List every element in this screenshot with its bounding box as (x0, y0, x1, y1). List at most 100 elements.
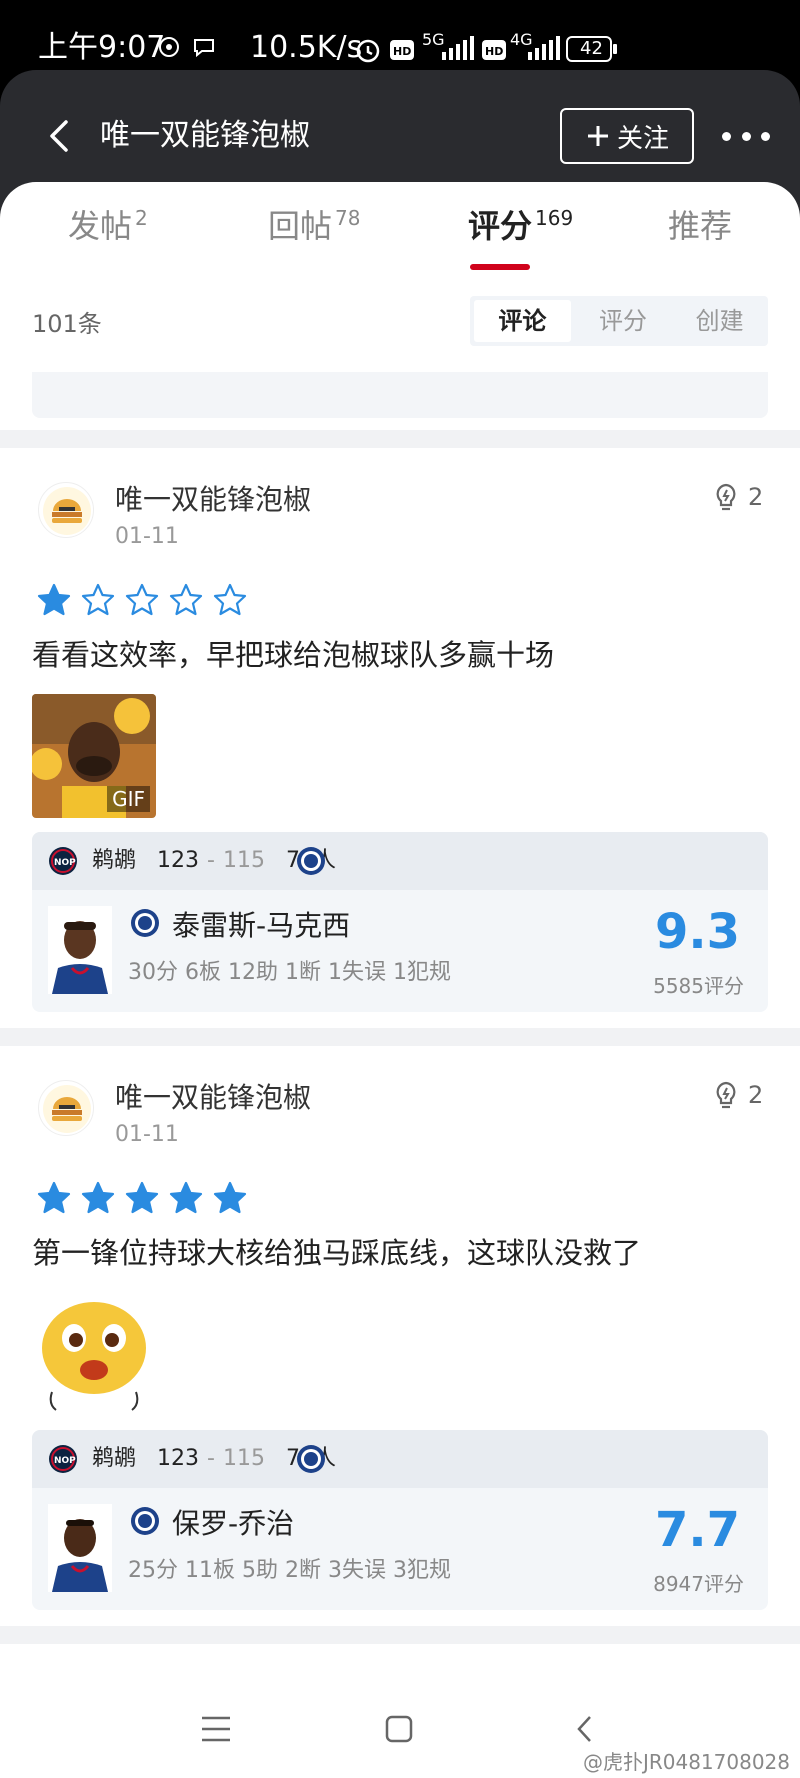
author-name[interactable]: 唯一双能锋泡椒 (115, 478, 311, 518)
star-outline-icon (213, 583, 247, 616)
tab-bar: 发帖 2 回帖 78 评分 169 推荐 (0, 182, 800, 277)
more-dot-icon (761, 131, 770, 141)
star-filled-icon (81, 1181, 115, 1214)
star-rating (36, 1180, 248, 1216)
lightbulb-icon (716, 483, 736, 511)
divider (0, 1626, 800, 1644)
active-tab-indicator (470, 264, 530, 270)
system-back-button[interactable] (574, 1714, 596, 1748)
back-button[interactable] (40, 114, 80, 158)
player-photo[interactable] (48, 906, 112, 994)
chevron-left-icon (577, 1716, 591, 1742)
star-filled-icon (37, 583, 71, 616)
player-name: 泰雷斯-马克西 (172, 909, 351, 942)
pelicans-logo-icon: NOP (49, 1445, 77, 1473)
chevron-left-icon (50, 120, 68, 152)
star-filled-icon (37, 1181, 71, 1214)
star-filled-icon (125, 1181, 159, 1214)
more-button[interactable] (722, 120, 770, 152)
like-count: 2 (748, 1081, 764, 1109)
star-filled-icon (169, 1181, 203, 1214)
more-dot-icon (722, 131, 731, 141)
segment-created[interactable]: 创建 (671, 296, 768, 346)
game-rating-card[interactable]: NOP 鹈鹕 123-115 76人 保罗-乔治 25分 11板 5助 2断 3… (32, 1430, 768, 1610)
star-outline-icon (169, 583, 203, 616)
avatar[interactable] (38, 1080, 94, 1136)
emoji-sticker[interactable] (32, 1292, 156, 1416)
svg-text:NOP: NOP (54, 1456, 76, 1466)
pelicans-logo-icon: NOP (49, 847, 77, 875)
star-outline-icon (125, 583, 159, 616)
player-stats: 30分 6板 12助 1断 1失误 1犯规 (128, 960, 451, 985)
divider (0, 430, 800, 448)
game-header: NOP 鹈鹕 123-115 76人 (32, 1430, 768, 1488)
page-title: 唯一双能锋泡椒 (100, 118, 310, 153)
tab-posts[interactable]: 发帖 2 (68, 204, 148, 252)
lightbulb-icon (716, 1081, 736, 1109)
previous-card-partial (32, 372, 768, 418)
avatar[interactable] (38, 482, 94, 538)
hd-icon: HD (390, 40, 414, 64)
chat-notification-icon (192, 36, 216, 62)
network-speed: 10.5K/s (250, 30, 363, 65)
player-rating: 9.3 (654, 904, 740, 960)
player-photo[interactable] (48, 1504, 112, 1592)
menu-button[interactable] (200, 1714, 232, 1748)
crying-emoji-icon (32, 1292, 156, 1416)
alarm-icon (354, 36, 382, 68)
follow-button[interactable]: 关注 (560, 108, 694, 164)
post-date: 01-11 (115, 1122, 179, 1147)
result-count: 101条 (32, 310, 102, 338)
segmented-control: 评论 评分 创建 (470, 296, 768, 346)
game-header: NOP 鹈鹕 123-115 76人 (32, 832, 768, 890)
player-stats: 25分 11板 5助 2断 3失误 3犯规 (128, 1558, 451, 1583)
76ers-logo-icon (131, 909, 159, 937)
rating-count: 8947评分 (653, 1572, 744, 1596)
segment-ratings[interactable]: 评分 (575, 296, 672, 346)
menu-icon (202, 1716, 230, 1742)
divider (0, 1028, 800, 1046)
76ers-logo-icon (131, 1507, 159, 1535)
like-button[interactable]: 2 (712, 1080, 763, 1110)
status-time: 上午9:07 (38, 30, 166, 65)
game-rating-card[interactable]: NOP 鹈鹕 123-115 76人 泰雷斯-马克西 30分 6板 12助 1断… (32, 832, 768, 1012)
post-date: 01-11 (115, 524, 179, 549)
gif-badge: GIF (107, 786, 150, 812)
segment-comments[interactable]: 评论 (474, 300, 571, 342)
player-rating: 7.7 (654, 1502, 740, 1558)
like-count: 2 (748, 483, 764, 511)
more-dot-icon (741, 131, 751, 141)
star-filled-icon (213, 1181, 247, 1214)
svg-text:NOP: NOP (54, 858, 76, 868)
home-button[interactable] (384, 1714, 414, 1748)
player-avatar (48, 906, 112, 994)
svg-text:HD: HD (393, 45, 411, 58)
like-button[interactable]: 2 (712, 482, 763, 512)
hd-icon: HD (482, 40, 506, 64)
comment-text: 看看这效率，早把球给泡椒球队多赢十场 (32, 638, 555, 672)
author-name[interactable]: 唯一双能锋泡椒 (115, 1076, 311, 1116)
comment-text: 第一锋位持球大核给独马踩底线，这球队没救了 (32, 1236, 642, 1270)
76ers-logo-icon (297, 847, 325, 875)
player-avatar (48, 1504, 112, 1592)
76ers-logo-icon (297, 1445, 325, 1473)
star-rating (36, 582, 248, 618)
follow-label: 关注 (616, 123, 669, 154)
star-outline-icon (81, 583, 115, 616)
tab-recommend[interactable]: 推荐 (668, 204, 732, 248)
tab-replies[interactable]: 回帖 78 (268, 204, 360, 252)
plus-icon (587, 126, 608, 146)
rating-count: 5585评分 (653, 974, 744, 998)
content-area: 发帖 2 回帖 78 评分 169 推荐 101条 评论 评分 创建 唯一双能锋泡椒 … (0, 182, 800, 1680)
avatar-burger-icon (43, 487, 91, 535)
notification-icon (158, 36, 180, 62)
gif-thumbnail[interactable]: GIF (32, 694, 156, 818)
avatar-burger-icon (43, 1085, 91, 1133)
battery-level: 42 (580, 38, 603, 59)
svg-text:HD: HD (485, 45, 503, 58)
watermark: @虎扑JR0481708028 (582, 1750, 790, 1774)
tab-ratings[interactable]: 评分 169 (468, 204, 573, 252)
player-name: 保罗-乔治 (172, 1507, 295, 1540)
signal-icon (440, 36, 474, 64)
square-home-icon (385, 1715, 413, 1743)
